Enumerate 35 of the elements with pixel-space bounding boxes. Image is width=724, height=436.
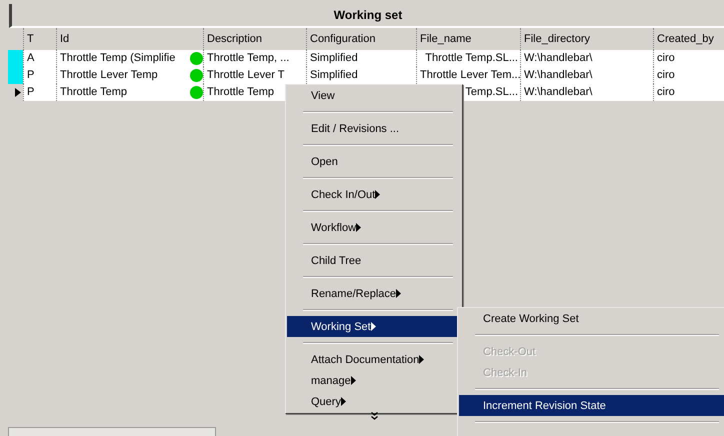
menu-item[interactable]: Increment Revision State (459, 395, 724, 416)
table-cell-text: Throttle Temp (Simplifie (60, 51, 176, 66)
table-cell-text: Throttle Lever Temp (60, 68, 158, 83)
table-cell: P (23, 67, 56, 84)
menu-item[interactable]: Check In/Out (287, 184, 461, 205)
row-marker[interactable] (8, 67, 23, 84)
table-cell: ciro (653, 50, 724, 67)
row-marker[interactable] (8, 50, 23, 67)
menu-item[interactable]: Query (287, 391, 461, 412)
table-cell: ciro (653, 84, 724, 101)
menu-item[interactable]: Open (287, 151, 461, 172)
menu-item[interactable]: Rename/Replace (287, 283, 461, 304)
menu-item[interactable]: Workflow (287, 217, 461, 238)
menu-item[interactable]: Create Working Set (459, 308, 724, 329)
table-cell: Simplified (306, 67, 416, 84)
table-cell: ciro (653, 67, 724, 84)
table-cell: Simplified (306, 50, 416, 67)
table-cell: A (23, 50, 56, 67)
table-cell: Throttle Temp.SL... (425, 52, 518, 64)
menu-item[interactable]: Child Tree (287, 250, 461, 271)
table-cell: W:\handlebar\ (520, 50, 653, 67)
expand-more-icon[interactable] (370, 412, 378, 420)
table-cell: Temp.SL... (465, 86, 518, 98)
panel-title: Working set (9, 4, 724, 28)
table-cell: Throttle Lever Tem... (420, 69, 520, 81)
menu-item[interactable]: Edit / Revisions ... (287, 118, 461, 139)
menu-item[interactable]: manage (287, 370, 461, 391)
table-cell: Throttle Temp, ... (203, 50, 306, 67)
menu-item[interactable]: Attach Documentation (287, 349, 461, 370)
table-cell: P (23, 84, 56, 101)
table-cell: W:\handlebar\ (520, 67, 653, 84)
table-cell: Throttle Lever T (203, 67, 306, 84)
record-navigator[interactable] (8, 427, 216, 436)
table-cell: W:\handlebar\ (520, 84, 653, 101)
table-cell-text: Throttle Temp (60, 85, 128, 100)
